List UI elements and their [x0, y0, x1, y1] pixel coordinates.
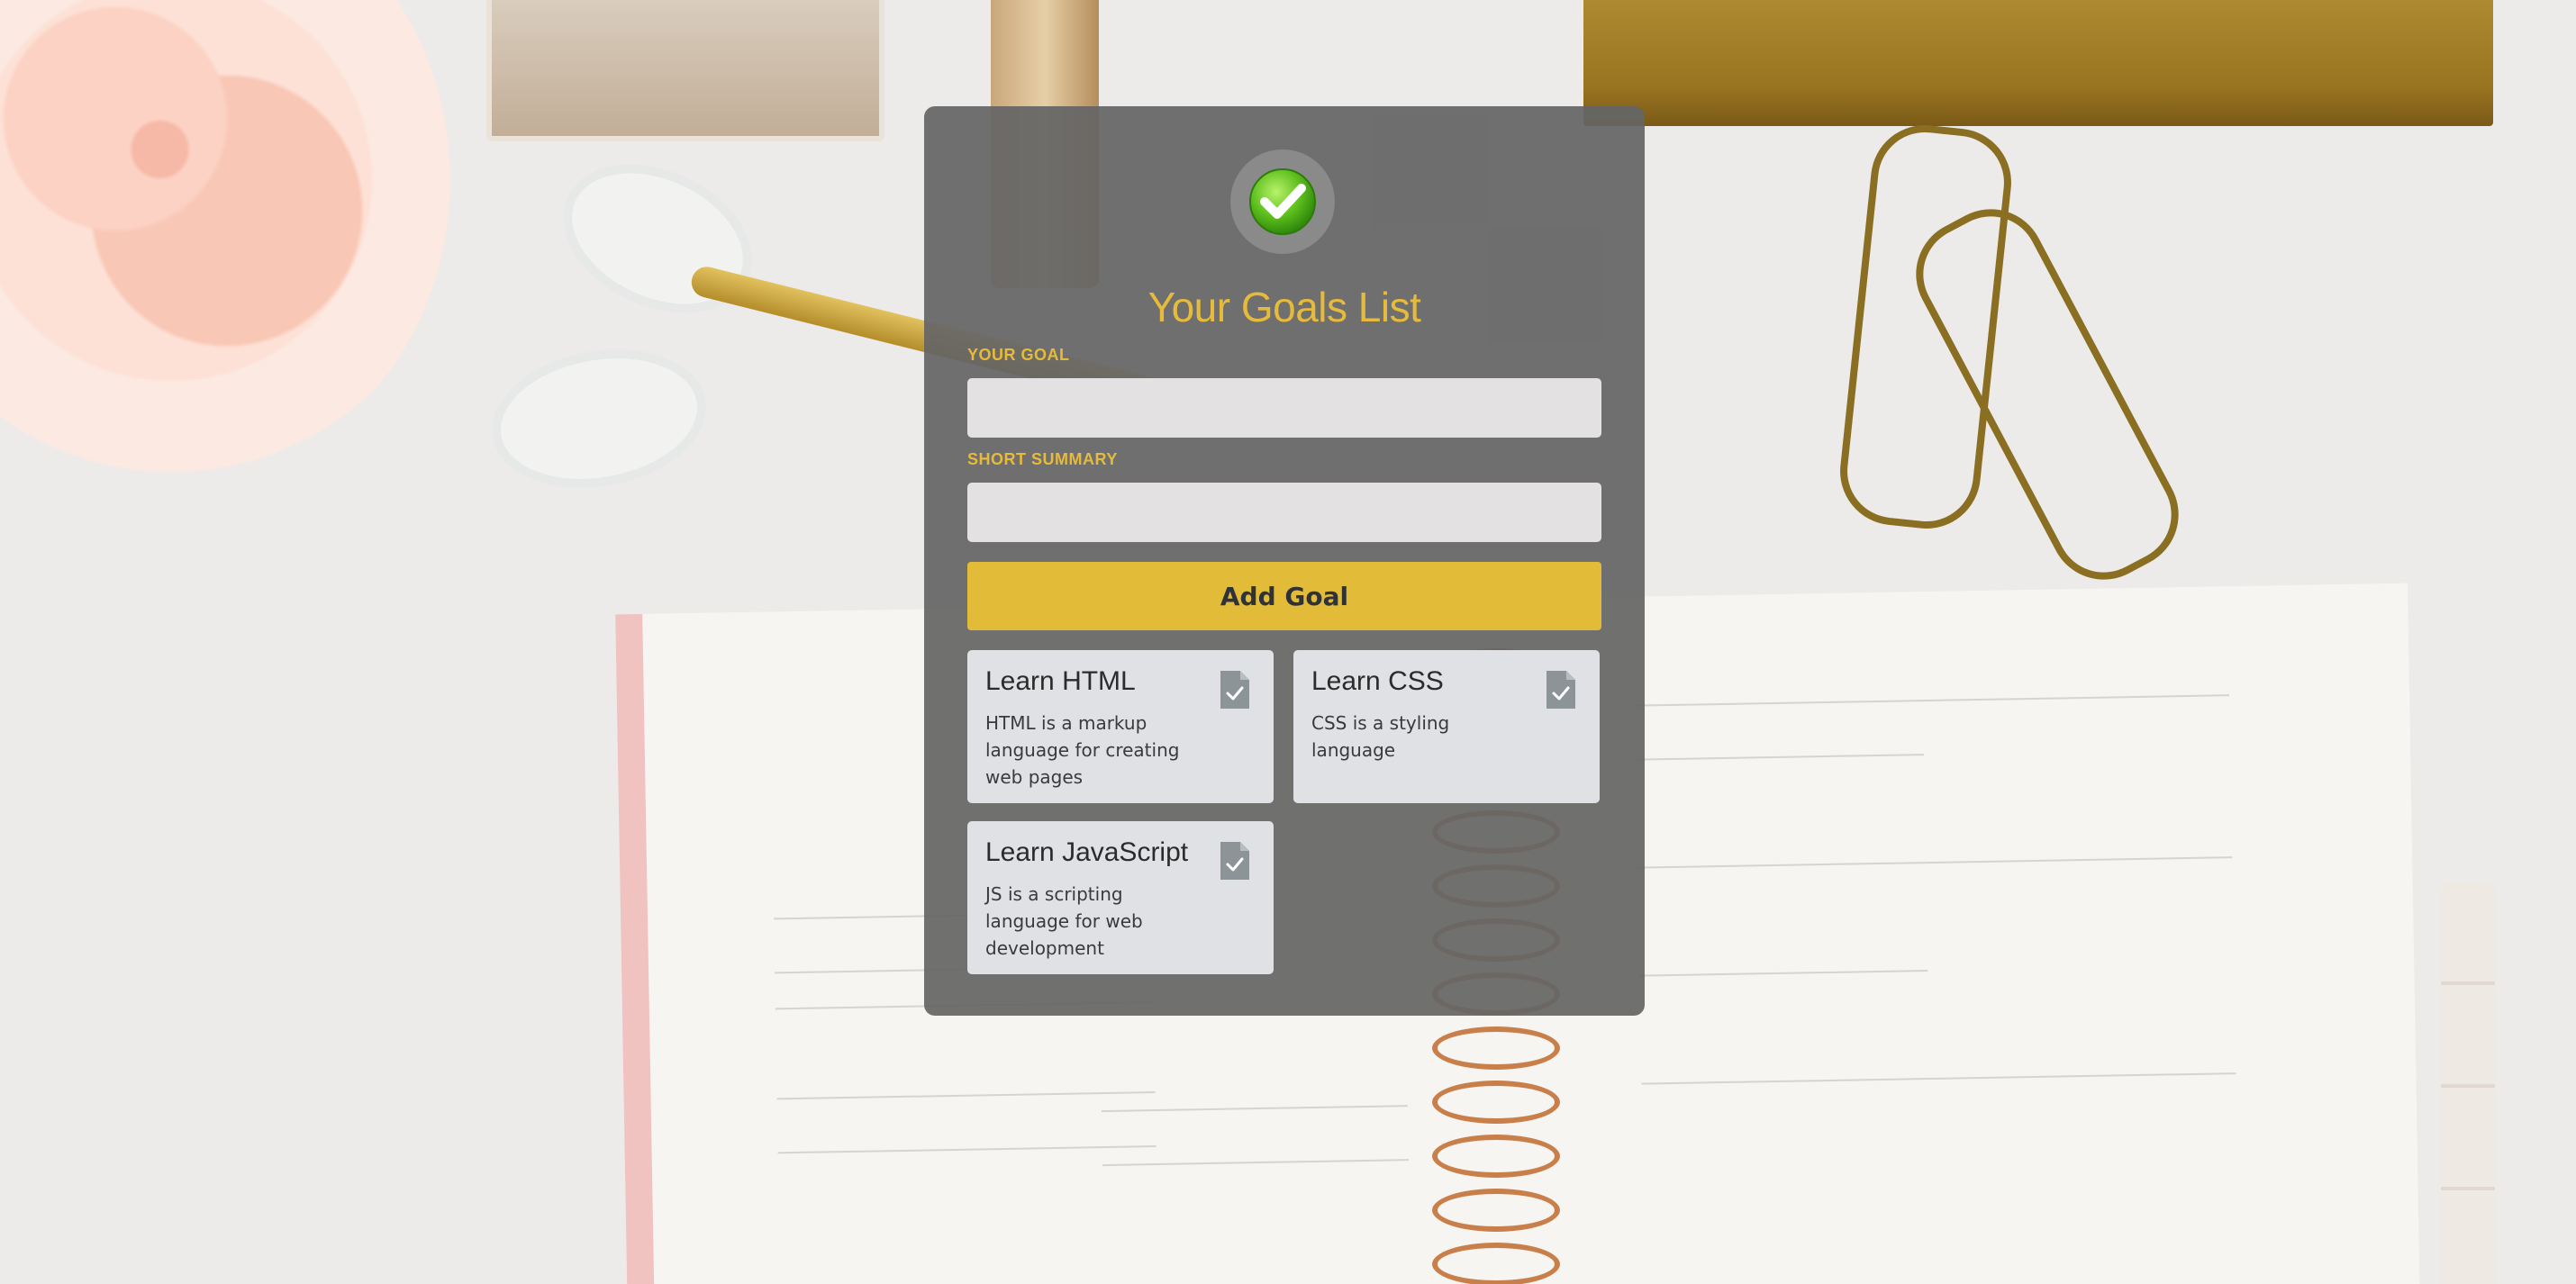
- planner-spiral: [1432, 1243, 1560, 1284]
- goal-card[interactable]: Learn JavaScript JS is a scripting langu…: [967, 821, 1274, 974]
- goal-card[interactable]: Learn CSS CSS is a styling language: [1293, 650, 1600, 803]
- planner-spiral: [1432, 1026, 1560, 1070]
- document-check-icon[interactable]: [1218, 668, 1252, 711]
- document-check-icon[interactable]: [1218, 839, 1252, 882]
- goal-summary: CSS is a styling language: [1311, 712, 1450, 761]
- planner-spiral: [1432, 1189, 1560, 1232]
- planner-spiral: [1432, 1081, 1560, 1124]
- goal-summary: HTML is a markup language for creating w…: [985, 712, 1180, 788]
- summary-field-label: SHORT SUMMARY: [967, 450, 1118, 468]
- page-title: Your Goals List: [1147, 284, 1421, 330]
- goal-field-label: YOUR GOAL: [967, 346, 1070, 364]
- goal-card[interactable]: Learn HTML HTML is a markup language for…: [967, 650, 1274, 803]
- scissors-handle: [539, 135, 776, 342]
- scissors-handle: [480, 333, 718, 504]
- goal-title: Learn JavaScript: [985, 837, 1189, 867]
- gold-box: [1583, 0, 2493, 126]
- goal-summary: JS is a scripting language for web devel…: [985, 883, 1143, 959]
- summary-input[interactable]: [967, 483, 1601, 542]
- green-checkmark-icon: [1230, 149, 1335, 254]
- document-check-icon[interactable]: [1544, 668, 1578, 711]
- planner-spiral: [1432, 1135, 1560, 1178]
- goal-title: Learn HTML: [985, 666, 1136, 696]
- pen-cup: [486, 0, 884, 141]
- goals-panel: Your Goals List YOUR GOAL SHORT SUMMARY …: [924, 106, 1645, 1016]
- goal-input[interactable]: [967, 378, 1601, 438]
- planner-month-tabs: [2441, 882, 2495, 1284]
- goal-title: Learn CSS: [1311, 666, 1444, 696]
- pink-flower: [0, 0, 450, 486]
- add-goal-button[interactable]: Add Goal: [967, 562, 1601, 630]
